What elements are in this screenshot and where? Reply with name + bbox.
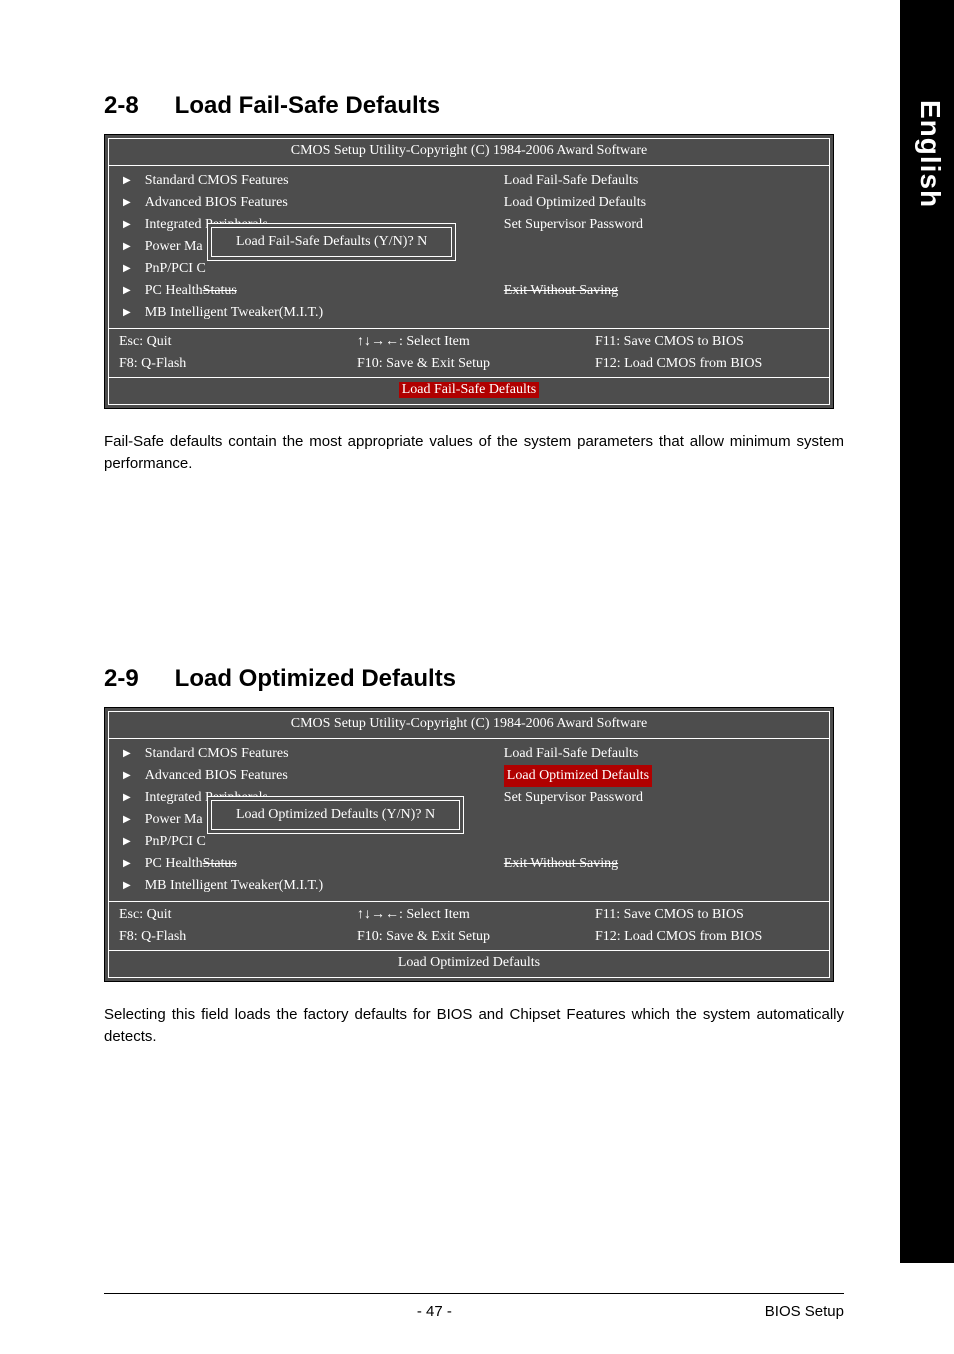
hint-f11: F11: Save CMOS to BIOS (595, 904, 819, 926)
triangle-right-icon: ▶ (123, 831, 131, 853)
triangle-right-icon: ▶ (123, 302, 131, 324)
bios-menu-item[interactable]: ▶PC Health Status (115, 853, 490, 875)
bios-menu-item[interactable]: Load Optimized Defaults (504, 765, 821, 787)
section-num: 2-9 (104, 665, 168, 693)
bios-menu-item[interactable] (504, 809, 821, 831)
bios-menu-item[interactable]: ▶MB Intelligent Tweaker(M.I.T.) (115, 302, 490, 324)
confirm-dialog-text: Load Optimized Defaults (Y/N)? N (211, 800, 460, 830)
bios-screenshot-2: CMOS Setup Utility-Copyright (C) 1984-20… (104, 707, 834, 982)
bios-right-menu: Load Fail-Safe Defaults Load Optimized D… (498, 165, 829, 328)
bios-menu-item[interactable] (504, 258, 821, 280)
page-content: 2-8 Load Fail-Safe Defaults CMOS Setup U… (0, 0, 900, 1048)
hint-esc: Esc: Quit (119, 331, 357, 353)
bios-description-bar: Load Fail-Safe Defaults (109, 377, 829, 404)
bios-menu-item[interactable]: Exit Without Saving (504, 280, 821, 302)
bios-menu-item[interactable]: ▶PnP/PCI C (115, 258, 490, 280)
triangle-right-icon: ▶ (123, 853, 131, 875)
triangle-right-icon: ▶ (123, 236, 131, 258)
section-28-paragraph: Fail-Safe defaults contain the most appr… (104, 431, 844, 475)
triangle-right-icon: ▶ (123, 765, 131, 787)
section-heading-28: 2-8 Load Fail-Safe Defaults (104, 92, 830, 120)
section-title: Load Fail-Safe Defaults (175, 92, 440, 119)
footer-section: BIOS Setup (765, 1303, 844, 1320)
bios-menu-item[interactable]: Load Fail-Safe Defaults (504, 170, 821, 192)
hint-arrows: ↑↓→←: Select Item (357, 904, 595, 926)
confirm-dialog[interactable]: Load Fail-Safe Defaults (Y/N)? N (207, 223, 456, 261)
hint-f12: F12: Load CMOS from BIOS (595, 926, 819, 948)
confirm-dialog-text: Load Fail-Safe Defaults (Y/N)? N (211, 227, 452, 257)
triangle-right-icon: ▶ (123, 214, 131, 236)
hint-arrows: ↑↓→←: Select Item (357, 331, 595, 353)
bios-menu-item[interactable]: ▶PC Health Status (115, 280, 490, 302)
confirm-dialog[interactable]: Load Optimized Defaults (Y/N)? N (207, 796, 464, 834)
hint-f8: F8: Q-Flash (119, 926, 357, 948)
bios-menu-item[interactable]: ▶MB Intelligent Tweaker(M.I.T.) (115, 875, 490, 897)
bios-menu-item[interactable]: Exit Without Saving (504, 853, 821, 875)
bios-menu-item[interactable]: Set Supervisor Password (504, 787, 821, 809)
bios-description-bar: Load Optimized Defaults (109, 950, 829, 977)
bios-menu-item[interactable]: Set Supervisor Password (504, 214, 821, 236)
hint-esc: Esc: Quit (119, 904, 357, 926)
section-num: 2-8 (104, 92, 168, 120)
triangle-right-icon: ▶ (123, 192, 131, 214)
triangle-right-icon: ▶ (123, 875, 131, 897)
hint-f8: F8: Q-Flash (119, 353, 357, 375)
bios-right-menu: Load Fail-Safe Defaults Load Optimized D… (498, 738, 829, 901)
bios-menu-item[interactable] (504, 831, 821, 853)
triangle-right-icon: ▶ (123, 743, 131, 765)
bios-hint-bar: Esc: Quit ↑↓→←: Select Item F11: Save CM… (109, 901, 829, 950)
hint-f10: F10: Save & Exit Setup (357, 353, 595, 375)
page-footer: - 47 - BIOS Setup (104, 1303, 844, 1320)
bios-menu-item[interactable]: ▶PnP/PCI C (115, 831, 490, 853)
page-number: - 47 - (417, 1303, 452, 1320)
footer-rule (104, 1293, 844, 1294)
section-title: Load Optimized Defaults (175, 665, 456, 692)
bios-title-bar: CMOS Setup Utility-Copyright (C) 1984-20… (109, 139, 829, 165)
hint-f11: F11: Save CMOS to BIOS (595, 331, 819, 353)
bios-menu-item[interactable] (504, 236, 821, 258)
bios-menu-item[interactable]: ▶Standard CMOS Features (115, 743, 490, 765)
bios-title-bar: CMOS Setup Utility-Copyright (C) 1984-20… (109, 712, 829, 738)
side-tab-label: English (914, 100, 946, 208)
triangle-right-icon: ▶ (123, 170, 131, 192)
bios-menu-item[interactable]: ▶Advanced BIOS Features (115, 765, 490, 787)
bios-menu-item[interactable]: ▶Standard CMOS Features (115, 170, 490, 192)
triangle-right-icon: ▶ (123, 809, 131, 831)
bios-menu-item[interactable]: Load Fail-Safe Defaults (504, 743, 821, 765)
bios-menu-item[interactable]: Load Optimized Defaults (504, 192, 821, 214)
section-29-paragraph: Selecting this field loads the factory d… (104, 1004, 844, 1048)
bios-menu-item[interactable]: ▶Advanced BIOS Features (115, 192, 490, 214)
hint-f10: F10: Save & Exit Setup (357, 926, 595, 948)
triangle-right-icon: ▶ (123, 787, 131, 809)
triangle-right-icon: ▶ (123, 280, 131, 302)
hint-f12: F12: Load CMOS from BIOS (595, 353, 819, 375)
triangle-right-icon: ▶ (123, 258, 131, 280)
bios-hint-bar: Esc: Quit ↑↓→←: Select Item F11: Save CM… (109, 328, 829, 377)
bios-screenshot-1: CMOS Setup Utility-Copyright (C) 1984-20… (104, 134, 834, 409)
section-heading-29: 2-9 Load Optimized Defaults (104, 665, 830, 693)
